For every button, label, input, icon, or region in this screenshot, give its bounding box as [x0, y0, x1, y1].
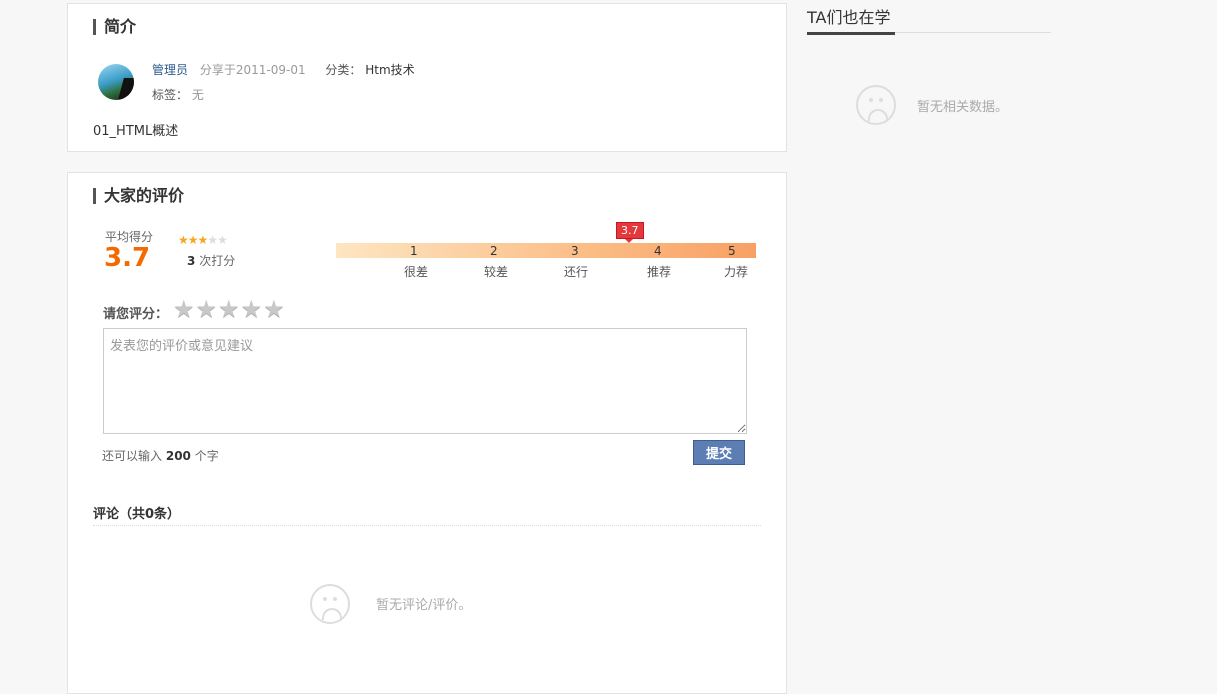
- rate-label: 请您评分：: [103, 307, 169, 322]
- rate-star-4-icon[interactable]: ★: [241, 295, 264, 323]
- tags-meta: 标签： 无: [152, 86, 204, 103]
- star-empty-icon: ★: [217, 233, 228, 247]
- scale-num-3: 3: [571, 244, 579, 258]
- average-stars: ★★★★★: [178, 233, 228, 247]
- sad-face-icon: [856, 85, 896, 125]
- author-link[interactable]: 管理员: [152, 63, 188, 77]
- sidebar-tab-indicator: [807, 32, 895, 35]
- rating-count: 3 次打分: [187, 252, 235, 269]
- scale-word-2: 较差: [484, 265, 509, 279]
- rating-count-number: 3: [187, 254, 196, 268]
- star-icon: ★: [197, 233, 209, 247]
- score-marker: 3.7: [616, 222, 644, 243]
- tags-label: 标签：: [152, 88, 189, 102]
- sidebar-empty-text: 暂无相关数据。: [917, 100, 1009, 115]
- comments-divider: [93, 525, 761, 526]
- review-textarea[interactable]: [103, 328, 747, 434]
- sad-face-icon: [310, 584, 350, 624]
- review-card: 大家的评价 平均得分 3.7 ★★★★★ 3 次打分 3.7 1 2 3 4 5…: [67, 172, 787, 694]
- rate-star-3-icon[interactable]: ★: [218, 295, 241, 323]
- star-empty-icon: ★: [207, 233, 218, 247]
- intro-card: 简介 管理员 分享于2011-09-01 分类： Htm技术 标签： 无 01_…: [67, 3, 787, 152]
- star-icon: ★: [178, 233, 189, 247]
- star-icon: ★: [187, 233, 199, 247]
- scale-num-1: 1: [410, 244, 418, 258]
- scale-num-2: 2: [490, 244, 498, 258]
- rate-star-1-icon[interactable]: ★: [173, 295, 196, 323]
- submit-button[interactable]: 提交: [693, 440, 745, 465]
- course-description: 01_HTML概述: [93, 124, 179, 139]
- remaining-number: 200: [165, 449, 191, 463]
- scale-num-4: 4: [654, 244, 662, 258]
- scale-num-5: 5: [728, 244, 736, 258]
- category-label: 分类：: [325, 63, 362, 77]
- rating-scale-bar: [336, 243, 756, 258]
- category-value: Htm技术: [365, 63, 415, 77]
- average-score: 3.7: [104, 243, 151, 273]
- remaining-chars: 还可以输入 200 个字: [102, 447, 219, 464]
- scale-word-4: 推荐: [647, 265, 672, 279]
- avatar[interactable]: [98, 64, 134, 100]
- rate-star-5-icon[interactable]: ★: [263, 295, 286, 323]
- share-date: 分享于2011-09-01: [199, 63, 306, 77]
- sidebar-title: TA们也在学: [807, 8, 891, 27]
- scale-word-3: 还行: [564, 265, 589, 279]
- rating-count-suffix: 次打分: [199, 254, 236, 268]
- comments-title: 评论（共0条）: [93, 507, 181, 522]
- comments-empty-text: 暂无评论/评价。: [376, 598, 472, 613]
- author-meta: 管理员 分享于2011-09-01 分类： Htm技术: [152, 61, 415, 78]
- scale-word-1: 很差: [404, 265, 429, 279]
- review-title: 大家的评价: [93, 188, 184, 204]
- intro-title: 简介: [93, 19, 136, 35]
- tags-value: 无: [191, 88, 204, 102]
- remaining-prefix: 还可以输入: [102, 449, 163, 463]
- scale-word-5: 力荐: [724, 265, 749, 279]
- rate-star-2-icon[interactable]: ★: [196, 295, 219, 323]
- remaining-suffix: 个字: [194, 449, 219, 463]
- rate-stars: ★★★★★: [173, 295, 286, 323]
